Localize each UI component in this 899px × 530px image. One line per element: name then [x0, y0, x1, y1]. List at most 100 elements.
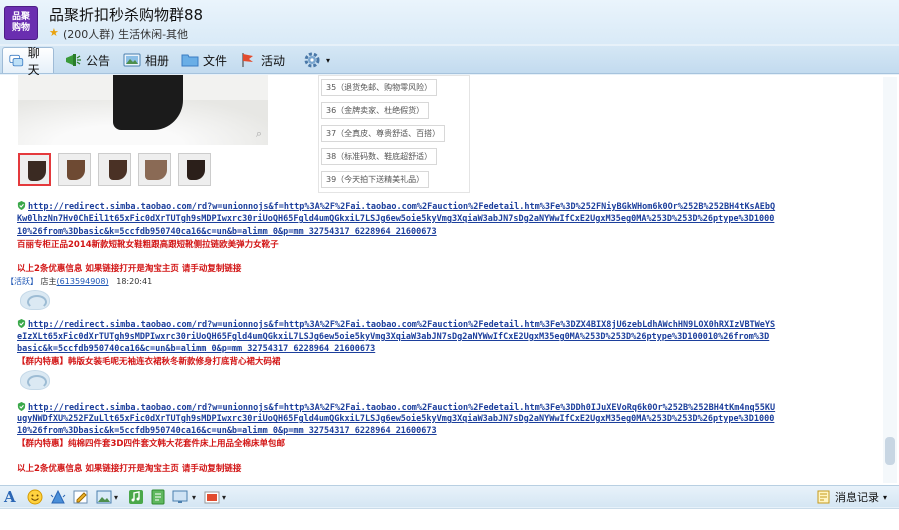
tab-album[interactable]: 相册 [117, 47, 175, 73]
pencil-icon [73, 490, 88, 504]
history-icon [817, 490, 830, 504]
link-text[interactable]: Kw0lhzNn7Hv0ChEil1t65xFic0dXrTUTgh9sMDPI… [17, 214, 774, 224]
promo-text: 百丽专柜正品2014新款短靴女鞋粗跟高跟短靴侧拉链欧美弹力女靴子 [17, 240, 279, 250]
message-input[interactable] [0, 508, 899, 530]
screenshot-button[interactable]: ▾ [172, 488, 196, 506]
chevron-down-icon: ▾ [882, 492, 887, 502]
chat-icon [9, 54, 24, 66]
screen-capture-icon [172, 490, 188, 503]
flag-icon [242, 53, 253, 67]
feature-tag: 38（标准码数、鞋底超舒适） [321, 148, 438, 165]
link-text[interactable]: http://redirect.simba.taobao.com/rd?w=un… [28, 403, 775, 413]
message-link-cont[interactable]: Kw0lhzNn7Hv0ChEil1t65xFic0dXrTUTgh9sMDPI… [17, 214, 774, 224]
link-text[interactable]: basic&k=5ccfdb950740ca16&c=un&b=alimm_0&… [17, 344, 375, 354]
tab-files-label: 文件 [203, 53, 228, 68]
image-icon [96, 490, 112, 504]
message-text: 百丽专柜正品2014新款短靴女鞋粗跟高跟短靴侧拉链欧美弹力女靴子 [17, 238, 279, 250]
emoji-button[interactable] [27, 488, 43, 506]
thumbnail[interactable] [18, 153, 51, 186]
group-name[interactable]: 品聚折扣秒杀购物群88 [49, 4, 203, 25]
feature-tag: 39（今天拍下送精美礼品） [321, 171, 430, 188]
link-text[interactable]: 10%26from%3Dbasic&k=5ccfdb950740ca16&c=u… [17, 227, 437, 237]
tab-album-label: 相册 [145, 53, 170, 68]
input-toolbar: A ▾ ▾ ▾ 消息记录 ▾ [0, 485, 899, 507]
link-text[interactable]: http://redirect.simba.taobao.com/rd?w=un… [28, 320, 775, 330]
font-button[interactable]: A [4, 488, 16, 506]
thumbnail[interactable] [58, 153, 91, 186]
notice-text: 以上2条优惠信息 如果链接打开是淘宝主页 请手动复制链接 [17, 464, 242, 474]
product-image[interactable]: ⌕ [18, 75, 268, 145]
group-info: (200人群) 生活休闲-其他 [63, 28, 189, 41]
promo-text: 【群内特惠】韩版女装毛呢无袖连衣裙秋冬新款修身打底背心裙大码裙 [17, 357, 281, 367]
notice-text: 以上2条优惠信息 如果链接打开是淘宝主页 请手动复制链接 [17, 264, 242, 274]
music-icon [129, 490, 143, 504]
chevron-down-icon: ▾ [192, 492, 197, 502]
thumbnail[interactable] [178, 153, 211, 186]
folder-icon [181, 54, 199, 67]
tab-announcement-label: 公告 [86, 53, 111, 68]
smiley-icon [27, 489, 43, 505]
star-icon: ★ [49, 26, 59, 39]
feature-tag: 36（金牌卖家、杜绝假货） [321, 102, 430, 119]
group-logo[interactable]: 品聚 购物 [4, 6, 38, 40]
message-link-cont[interactable]: eIzXLt65xFic0dXrTUTgh9sMDPIwxrc30riUoQH6… [17, 332, 769, 342]
shake-button[interactable] [50, 488, 66, 506]
thumbnail[interactable] [98, 153, 131, 186]
message-text: 以上2条优惠信息 如果链接打开是淘宝主页 请手动复制链接 [17, 462, 241, 474]
magnifier-icon: ⌕ [255, 127, 262, 140]
link-text[interactable]: http://redirect.simba.taobao.com/rd?w=un… [28, 202, 775, 212]
message-link-cont[interactable]: 10%26from%3Dbasic&k=5ccfdb950740ca16&c=u… [17, 227, 437, 237]
message-link-cont[interactable]: 10%26from%3Dbasic&k=5ccfdb950740ca16&c=u… [17, 426, 437, 436]
group-logo-line1: 品聚 [11, 12, 30, 22]
tab-files[interactable]: 文件 [175, 47, 233, 73]
tab-chat[interactable]: 聊天 [2, 46, 54, 77]
scrollbar-thumb[interactable] [885, 437, 895, 465]
tab-activity-label: 活动 [261, 53, 286, 68]
tab-activity[interactable]: 活动 [233, 47, 291, 73]
sender-role: 【活跃】 [6, 277, 38, 286]
group-logo-line2: 购物 [11, 23, 30, 33]
doc-button[interactable] [150, 488, 166, 506]
feature-tag: 35（退货免邮、购物零风险） [321, 79, 438, 96]
scribble-button[interactable] [73, 488, 89, 506]
chat-history[interactable]: ⌕ 35（退货免邮、购物零风险） 36（金牌卖家、杜绝假货） 37（全真皮、尊贵… [0, 75, 899, 485]
image-button[interactable]: ▾ [96, 488, 118, 506]
message-link[interactable]: http://redirect.simba.taobao.com/rd?w=un… [17, 319, 775, 330]
sender-name[interactable]: 店主 [41, 277, 57, 286]
tab-announcement[interactable]: 公告 [58, 47, 116, 73]
title-bar: 品聚 购物 品聚折扣秒杀购物群88 ★ (200人群) 生活休闲-其他 [0, 0, 899, 44]
gift-icon [204, 491, 220, 504]
message-text: 【群内特惠】纯棉四件套3D四件套文韩大花套件床上用品全棉床单包邮 [17, 437, 285, 449]
music-button[interactable] [128, 488, 144, 506]
link-text[interactable]: ugyNWDfXU%252FZuLlt65xFic0dXrTUTgh9sMDPI… [17, 414, 774, 424]
message-history-button[interactable]: 消息记录 ▾ [817, 489, 887, 505]
settings-menu[interactable]: ▾ [296, 47, 336, 73]
megaphone-icon [66, 54, 81, 66]
font-icon: A [4, 488, 16, 506]
link-text[interactable]: 10%26from%3Dbasic&k=5ccfdb950740ca16&c=u… [17, 426, 437, 436]
gear-icon [304, 52, 320, 68]
promo-text: 【群内特惠】纯棉四件套3D四件套文韩大花套件床上用品全棉床单包邮 [17, 439, 285, 449]
link-text[interactable]: eIzXLt65xFic0dXrTUTgh9sMDPIwxrc30riUoQH6… [17, 332, 769, 342]
chevron-down-icon: ▾ [222, 492, 227, 502]
boot-image [113, 75, 183, 130]
thumbnail[interactable] [138, 153, 171, 186]
chevron-down-icon: ▾ [326, 55, 331, 65]
album-icon [123, 53, 141, 67]
message-link[interactable]: http://redirect.simba.taobao.com/rd?w=un… [17, 402, 775, 413]
message-text: 【群内特惠】韩版女装毛呢无袖连衣裙秋冬新款修身打底背心裙大码裙 [17, 355, 281, 367]
sticker-icon[interactable] [20, 290, 50, 310]
message-link[interactable]: http://redirect.simba.taobao.com/rd?w=un… [17, 201, 775, 212]
message-text: 以上2条优惠信息 如果链接打开是淘宝主页 请手动复制链接 [17, 262, 241, 274]
sender-info: 【活跃】 店主(613594908) 18:20:41 [6, 276, 152, 287]
sticker-icon[interactable] [20, 370, 50, 390]
message-history-label: 消息记录 [834, 491, 879, 504]
chat-scrollbar[interactable] [883, 77, 897, 483]
message-link-cont[interactable]: basic&k=5ccfdb950740ca16&c=un&b=alimm_0&… [17, 344, 375, 354]
sender-qq[interactable]: (613594908) [57, 277, 109, 286]
product-feature-list: 35（退货免邮、购物零风险） 36（金牌卖家、杜绝假货） 37（全真皮、尊贵舒适… [318, 75, 470, 193]
message-link-cont[interactable]: ugyNWDfXU%252FZuLlt65xFic0dXrTUTgh9sMDPI… [17, 414, 774, 424]
tab-chat-label: 聊天 [27, 45, 40, 77]
shield-check-icon [17, 402, 26, 411]
red-packet-button[interactable]: ▾ [204, 488, 226, 506]
